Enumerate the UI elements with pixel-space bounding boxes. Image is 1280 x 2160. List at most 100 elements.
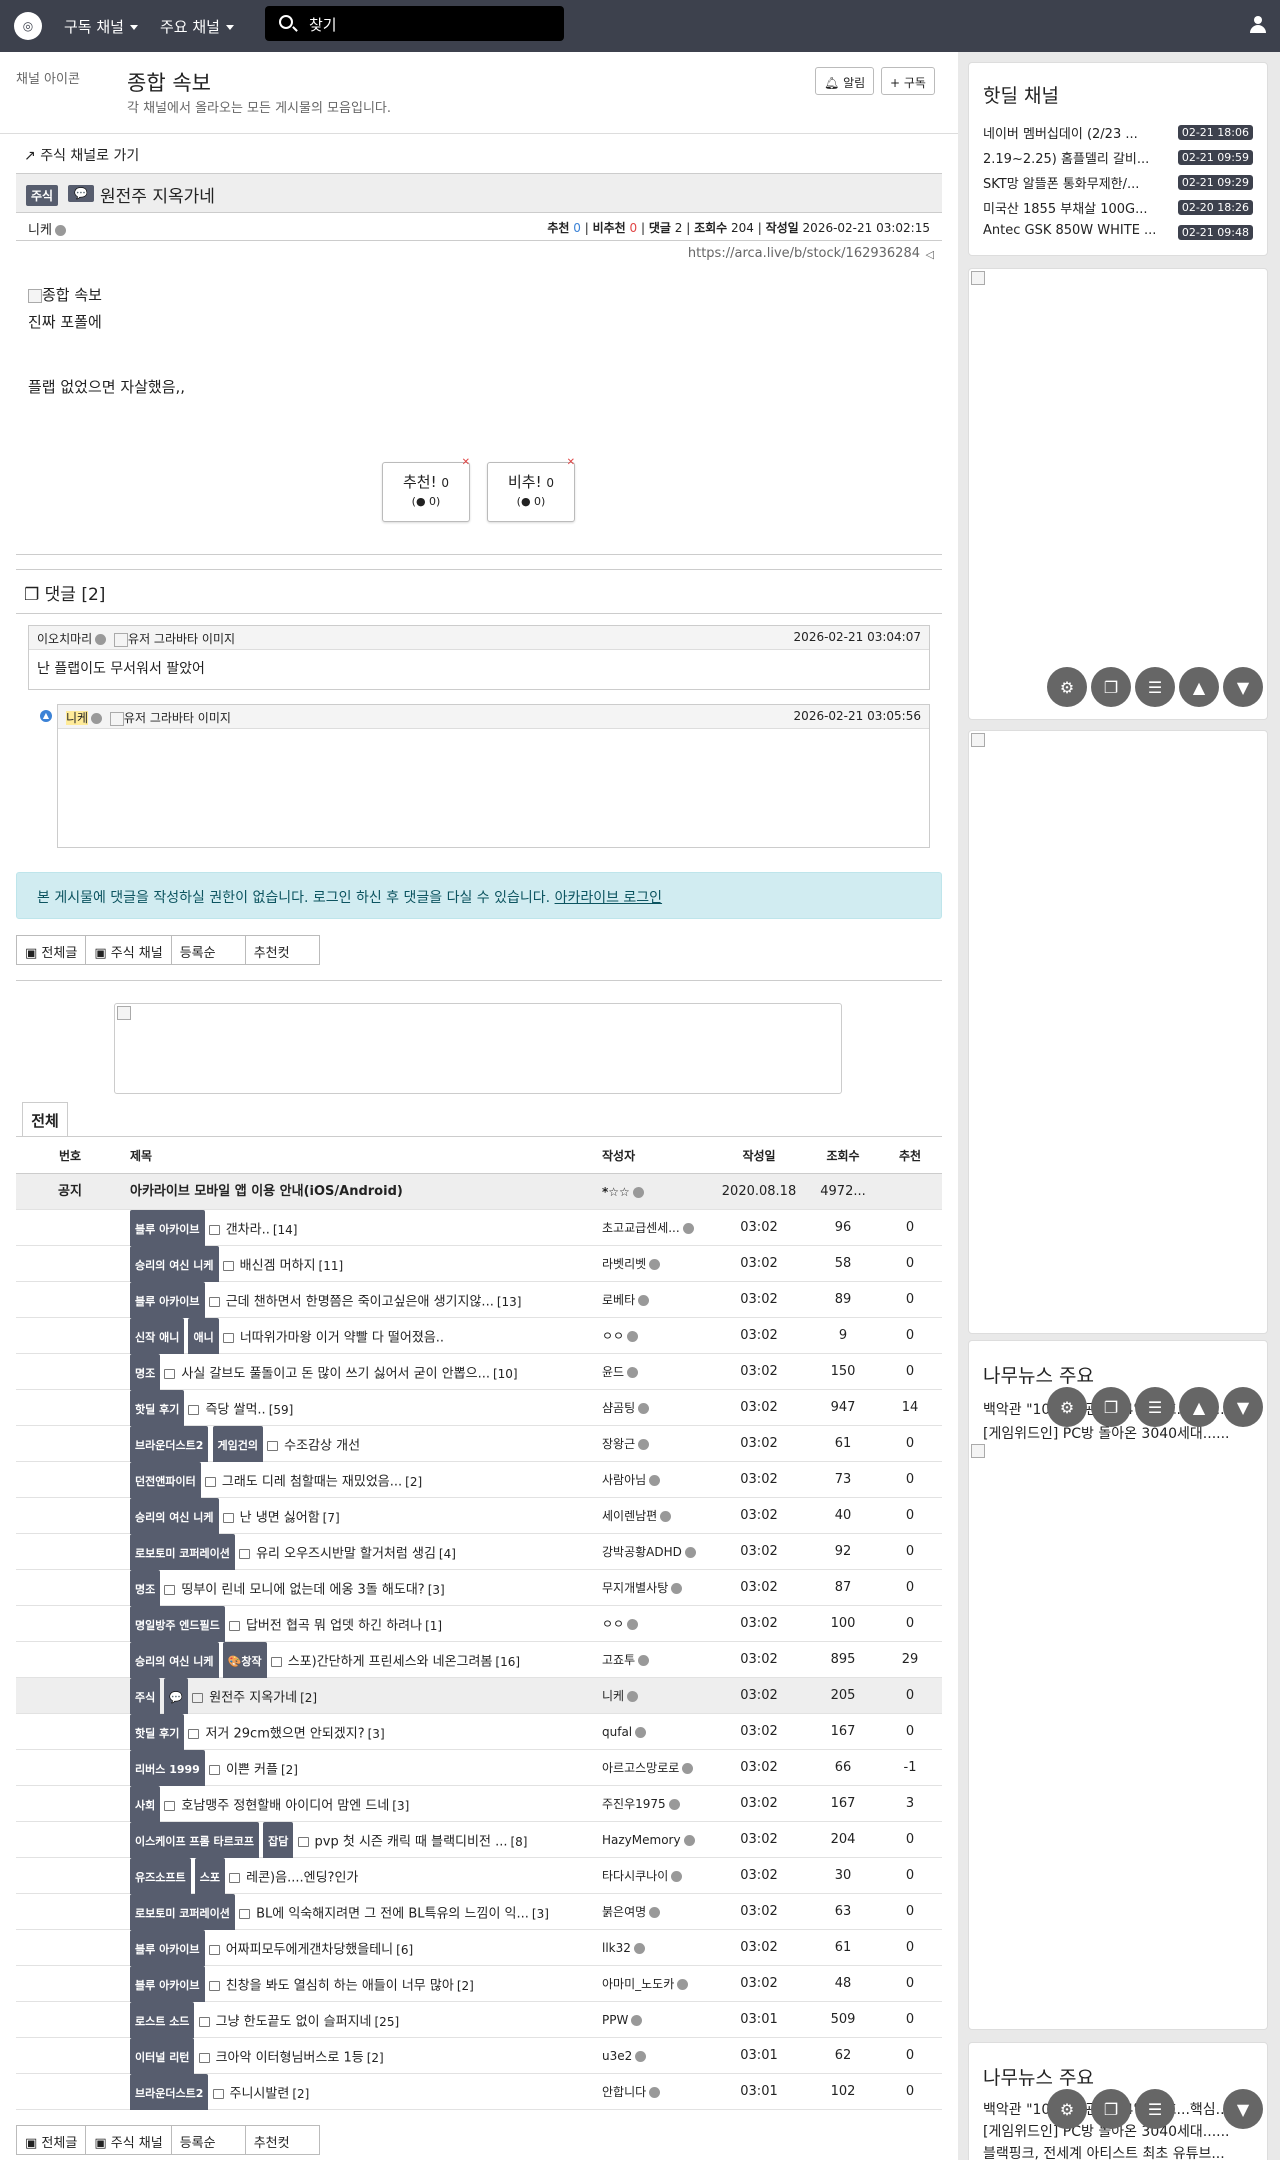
row-author[interactable]: 장왕근 [602, 1426, 712, 1462]
row-title-text[interactable]: 레콘)음....엔딩?인가 [246, 1871, 358, 1886]
comments-icon[interactable]: ❐ [1091, 1387, 1131, 1427]
scroll-down-icon[interactable]: ▼ [1223, 2089, 1263, 2129]
row-title[interactable]: 핫딜 후기 저거 29cm했으면 안되겠지? [3] [130, 1714, 604, 1750]
row-title[interactable]: 브라운더스트2 게임건의 수조감상 개선 [130, 1426, 604, 1462]
row-title[interactable]: 블루 아카이브 갠차라.. [14] [130, 1210, 604, 1246]
table-row[interactable]: 블루 아카이브 어짜피모두에게갠차당했을테니 [6] llk32 03:02 61 0 [16, 1930, 942, 1966]
row-title-text[interactable]: 배신겜 머하지 [240, 1259, 316, 1274]
row-title-text[interactable]: 수조감상 개선 [284, 1439, 360, 1454]
user-icon[interactable] [1250, 16, 1266, 34]
major-channels-menu[interactable]: 주요 채널 [160, 16, 234, 37]
channel-badge[interactable]: 로보토미 코퍼레이션 [130, 1894, 235, 1930]
table-row[interactable]: 이스케이프 프롬 타르코프 잡담 pvp 첫 시즌 캐릭 때 블랙디비전 ...… [16, 1822, 942, 1858]
row-title[interactable]: 블루 아카이브 친창을 봐도 열심히 하는 애들이 너무 많아 [2] [130, 1966, 604, 2002]
table-row[interactable]: 신작 애니 애니 너따위가마왕 이거 약빨 다 떨어졌음.. ㅇㅇ 03:02 9 0 [16, 1318, 942, 1354]
row-author[interactable]: 붉은여명 [602, 1894, 712, 1930]
row-title[interactable]: 브라운더스트2 주니시발련 [2] [130, 2074, 604, 2110]
post-url[interactable]: https://arca.live/b/stock/162936284 [688, 246, 920, 261]
row-author[interactable]: 아르고스망로로 [602, 1750, 712, 1786]
channel-badge[interactable]: 로보토미 코퍼레이션 [130, 1534, 235, 1570]
channel-badge[interactable]: 사회 [130, 1786, 161, 1822]
table-row[interactable]: 이터널 리턴 크아악 이터형님버스로 1등 [2] u3e2 03:01 62 0 [16, 2038, 942, 2074]
table-row[interactable]: 승리의 여신 니케 🎨창작 스포)간단하게 프린세스와 네온그려봄 [16] 고죠투… [16, 1642, 942, 1678]
ad-sidebar-2[interactable] [968, 730, 1268, 1334]
news-title[interactable]: 나무뉴스 주요 [983, 1361, 1094, 1388]
table-row[interactable]: 승리의 여신 니케 난 냉면 싫어함 [7] 세이렌남편 03:02 40 0 [16, 1498, 942, 1534]
post-author[interactable]: 니케 [28, 219, 66, 238]
channel-badge[interactable]: 로스트 소드 [130, 2002, 195, 2038]
row-title-text[interactable]: 어짜피모두에게갠차당했을테니 [226, 1943, 393, 1958]
row-title-text[interactable]: 주니시발련 [230, 2087, 290, 2102]
search-input[interactable]: 찾기 [265, 6, 564, 41]
table-row[interactable]: 로보토미 코퍼레이션 BL에 익숙해지려면 그 전에 BL특유의 느낌이 익..… [16, 1894, 942, 1930]
channel-badge[interactable]: 명조 [130, 1570, 161, 1606]
hotdeal-item[interactable]: SKT망 알뜰폰 통화무제한/... [983, 173, 1163, 192]
row-author[interactable]: llk32 [602, 1930, 712, 1966]
channel-badge[interactable]: 던전앤파이터 [130, 1462, 201, 1498]
row-title[interactable]: 명조 사실 갈브도 풀돌이고 돈 많이 쓰기 싫어서 굳이 안뽑으... [10] [130, 1354, 604, 1390]
list-icon[interactable]: ☰ [1135, 667, 1175, 707]
table-row[interactable]: 유즈소프트 스포 레콘)음....엔딩?인가 타다시쿠나이 03:02 30 0 [16, 1858, 942, 1894]
list-icon[interactable]: ☰ [1135, 1387, 1175, 1427]
channel-badge[interactable]: 이터널 리턴 [130, 2038, 195, 2074]
row-title-text[interactable]: 즉당 쌀먹.. [205, 1403, 265, 1418]
row-title[interactable]: 이스케이프 프롬 타르코프 잡담 pvp 첫 시즌 캐릭 때 블랙디비전 ...… [130, 1822, 604, 1858]
channel-title[interactable]: 종합 속보 [127, 67, 211, 97]
row-title[interactable]: 아카라이브 모바일 앱 이용 안내(iOS/Android) [130, 1174, 604, 1210]
row-title-text[interactable]: 이쁜 커플 [226, 1763, 278, 1778]
row-title-text[interactable]: pvp 첫 시즌 캐릭 때 블랙디비전 ... [315, 1835, 508, 1850]
category-badge[interactable]: 주식 [26, 185, 59, 206]
scroll-up-icon[interactable]: ▲ [1179, 667, 1219, 707]
row-title-text[interactable]: 크아악 이터형님버스로 1등 [216, 2051, 364, 2066]
sort-register-button[interactable]: 등록순 [170, 935, 246, 965]
table-row[interactable]: 블루 아카이브 친창을 봐도 열심히 하는 애들이 너무 많아 [2] 아마미_노도… [16, 1966, 942, 2002]
row-title[interactable]: 유즈소프트 스포 레콘)음....엔딩?인가 [130, 1858, 604, 1894]
row-author[interactable]: HazyMemory [602, 1822, 712, 1858]
subscribed-channels-menu[interactable]: 구독 채널 [64, 16, 138, 37]
channel-badge[interactable]: 핫딜 후기 [130, 1390, 185, 1426]
row-title-text[interactable]: 유리 오우즈시반말 할거처럼 생김 [256, 1547, 436, 1562]
table-row[interactable]: 로보토미 코퍼레이션 유리 오우즈시반말 할거처럼 생김 [4] 강박공황ADHD 0… [16, 1534, 942, 1570]
row-author[interactable]: 초고교급센세... [602, 1210, 712, 1246]
channel-badge[interactable]: 명조 [130, 1354, 161, 1390]
channel-badge[interactable]: 승리의 여신 니케 [130, 1498, 219, 1534]
settings-icon[interactable]: ⚙ [1047, 667, 1087, 707]
table-row[interactable]: 블루 아카이브 갠차라.. [14] 초고교급센세... 03:02 96 0 [16, 1210, 942, 1246]
comment-author[interactable]: 이오치마리 [37, 632, 92, 646]
row-title[interactable]: 사회 호남맹주 정현할배 아이디어 맘엔 드네 [3] [130, 1786, 604, 1822]
tab-all[interactable]: 전체 [22, 1102, 68, 1136]
row-author[interactable]: 주진우1975 [602, 1786, 712, 1822]
table-row[interactable]: 명일방주 엔드필드 답버전 협곡 뭐 업뎃 하긴 하려나 [1] ㅇㅇ 03:02 10… [16, 1606, 942, 1642]
table-row[interactable]: 블루 아카이브 근데 챈하면서 한명쯤은 죽이고싶은애 생기지않... [13] 로… [16, 1282, 942, 1318]
row-author[interactable]: 사람아님 [602, 1462, 712, 1498]
hotdeal-item[interactable]: 네이버 멤버십데이 (2/23 ... [983, 123, 1163, 142]
table-row[interactable]: 사회 호남맹주 정현할배 아이디어 맘엔 드네 [3] 주진우1975 03:02 16… [16, 1786, 942, 1822]
row-title[interactable]: 던전앤파이터 그래도 디레 첨할때는 재밌었음... [2] [130, 1462, 604, 1498]
table-row[interactable]: 로스트 소드 그냥 한도끝도 없이 슬퍼지네 [25] PPW 03:01 509 0 [16, 2002, 942, 2038]
row-title[interactable]: 로스트 소드 그냥 한도끝도 없이 슬퍼지네 [25] [130, 2002, 604, 2038]
row-author[interactable]: 고죠투 [602, 1642, 712, 1678]
table-row[interactable]: 리버스 1999 이쁜 커플 [2] 아르고스망로로 03:02 66 -1 [16, 1750, 942, 1786]
row-author[interactable]: 니케 [602, 1678, 712, 1714]
row-title-text[interactable]: 난 냉면 싫어함 [240, 1511, 320, 1526]
row-author[interactable]: 라벳리벳 [602, 1246, 712, 1282]
table-row[interactable]: 브라운더스트2 게임건의 수조감상 개선 장왕근 03:02 61 0 [16, 1426, 942, 1462]
channel-badge[interactable]: 명일방주 엔드필드 [130, 1606, 225, 1642]
row-title-text[interactable]: 사실 갈브도 풀돌이고 돈 많이 쓰기 싫어서 굳이 안뽑으... [181, 1367, 490, 1382]
row-author[interactable]: 세이렌남편 [602, 1498, 712, 1534]
row-title-text[interactable]: 저거 29cm했으면 안되겠지? [205, 1727, 364, 1742]
login-link[interactable]: 아카라이브 로그인 [555, 890, 663, 906]
channel-badge[interactable]: 승리의 여신 니케 [130, 1246, 219, 1282]
comment-author[interactable]: 니케 [66, 711, 89, 725]
notice-row[interactable]: 공지 아카라이브 모바일 앱 이용 안내(iOS/Android) *☆☆ 20… [16, 1174, 942, 1210]
row-author[interactable]: 샴곰팅 [602, 1390, 712, 1426]
best-cut-button[interactable]: 추천컷 [244, 2125, 320, 2155]
hotdeal-item[interactable]: 미국산 1855 부채살 100G... [983, 198, 1163, 217]
downvote-button[interactable]: 비추! 0 (● 0) ✕ [487, 457, 575, 522]
row-author[interactable]: 타다시쿠나이 [602, 1858, 712, 1894]
comments-icon[interactable]: ❐ [1091, 2089, 1131, 2129]
comments-icon[interactable]: ❐ [1091, 667, 1131, 707]
row-title[interactable]: 블루 아카이브 어짜피모두에게갠차당했을테니 [6] [130, 1930, 604, 1966]
row-title[interactable]: 이터널 리턴 크아악 이터형님버스로 1등 [2] [130, 2038, 604, 2074]
row-title-text[interactable]: 답버전 협곡 뭐 업뎃 하긴 하려나 [246, 1619, 422, 1634]
